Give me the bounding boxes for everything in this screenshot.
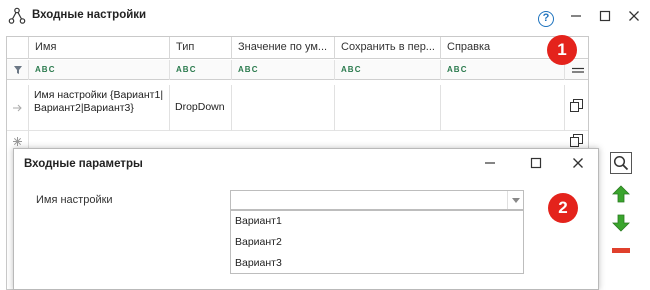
grid-header: Имя Тип Значение по ум... Сохранить в пе… (7, 37, 588, 59)
cell-save[interactable] (335, 85, 441, 131)
copy-row-button[interactable] (565, 85, 590, 131)
column-header-default[interactable]: Значение по ум... (232, 37, 335, 59)
step-badge-1: 1 (547, 35, 577, 65)
filter-row: A B C A B C A B C A B C A B C (7, 60, 588, 80)
step-badge-2: 2 (548, 193, 578, 223)
text-filter-icon: A B C (176, 65, 195, 74)
column-header-save[interactable]: Сохранить в пер... (335, 37, 441, 59)
text-filter-icon: A B C (35, 65, 54, 74)
maximize-button[interactable] (595, 6, 615, 26)
maximize-icon (530, 157, 542, 169)
text-filter-icon: A B C (341, 65, 360, 74)
new-row-star-icon (13, 137, 22, 146)
help-icon: ? (538, 11, 554, 27)
close-icon (573, 158, 583, 168)
filter-icon (14, 66, 22, 74)
filter-save[interactable]: A B C (335, 60, 441, 80)
column-header-name[interactable]: Имя (29, 37, 170, 59)
dropdown-option[interactable]: Вариант2 (235, 236, 282, 248)
column-header-type[interactable]: Тип (170, 37, 232, 59)
arrow-down-icon (612, 214, 630, 232)
filter-default[interactable]: A B C (232, 60, 335, 80)
field-label: Имя настройки (36, 194, 113, 206)
table-row[interactable]: Имя настройки {Вариант1|Вариант2|Вариант… (7, 85, 588, 131)
dropdown-list: Вариант1 Вариант2 Вариант3 (230, 210, 524, 274)
dropdown-arrow[interactable] (507, 191, 523, 209)
minus-icon (612, 248, 630, 253)
text-filter-icon: A B C (238, 65, 257, 74)
close-icon (629, 11, 639, 21)
row-gutter (7, 85, 29, 131)
dialog-title: Входные параметры (24, 158, 143, 170)
search-icon (613, 155, 629, 171)
main-titlebar: Входные настройки ? (0, 0, 650, 32)
text-filter-icon: A B C (447, 65, 466, 74)
settings-dropdown[interactable] (230, 190, 524, 210)
dialog-minimize-button[interactable] (480, 153, 500, 173)
window-title: Входные настройки (32, 9, 147, 21)
arrow-up-icon (612, 185, 630, 203)
input-params-dialog: Входные параметры Имя настройки Вариант1… (13, 148, 599, 290)
maximize-icon (599, 10, 611, 22)
dialog-close-button[interactable] (568, 153, 588, 173)
cell-type[interactable]: DropDown (170, 85, 232, 131)
remove-button[interactable] (610, 240, 632, 262)
filter-name[interactable]: A B C (29, 60, 170, 80)
filter-type[interactable]: A B C (170, 60, 232, 80)
minimize-button[interactable] (566, 6, 586, 26)
copy-icon (570, 134, 583, 147)
dropdown-option[interactable]: Вариант1 (235, 215, 282, 227)
filter-help[interactable]: A B C (441, 60, 565, 80)
cell-name[interactable]: Имя настройки {Вариант1|Вариант2|Вариант… (29, 85, 170, 131)
equals-icon (572, 67, 584, 73)
header-gutter (7, 37, 29, 59)
help-button[interactable]: ? (536, 6, 556, 27)
minimize-icon (571, 15, 581, 17)
minimize-icon (485, 162, 495, 164)
move-up-button[interactable] (610, 183, 632, 205)
cell-help[interactable] (441, 85, 565, 131)
copy-icon (570, 99, 583, 112)
row-arrow-icon (13, 104, 22, 112)
dropdown-option[interactable]: Вариант3 (235, 257, 282, 269)
filter-gutter (7, 60, 29, 80)
dialog-maximize-button[interactable] (526, 153, 546, 173)
chevron-down-icon (512, 198, 520, 203)
nodes-app-icon (8, 7, 26, 24)
move-down-button[interactable] (610, 212, 632, 234)
cell-default[interactable] (232, 85, 335, 131)
search-button[interactable] (610, 152, 632, 174)
close-button[interactable] (624, 6, 644, 26)
